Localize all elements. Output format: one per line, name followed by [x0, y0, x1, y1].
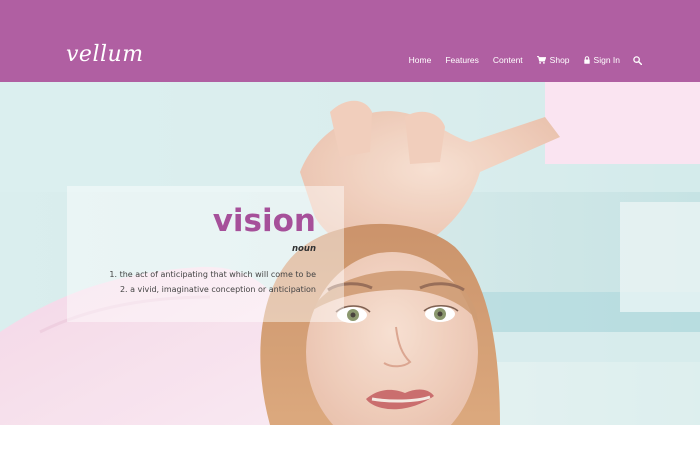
nav-item-sign-in[interactable]: Sign In [583, 55, 620, 65]
nav-item-home[interactable]: Home [409, 55, 432, 65]
part-of-speech: noun [292, 244, 316, 254]
nav-item-label: Features [445, 55, 479, 65]
cart-icon [536, 56, 546, 64]
nav-item-content[interactable]: Content [493, 55, 523, 65]
site-header: vellum Home Features Content Shop Sign I… [0, 0, 700, 82]
search-icon [633, 55, 642, 65]
main-nav: Home Features Content Shop Sign In [395, 55, 642, 65]
term-heading: vision [212, 203, 316, 239]
site-logo[interactable]: vellum [66, 44, 144, 66]
definition-card: vision noun 1. the act of anticipating t… [67, 186, 344, 322]
nav-item-shop[interactable]: Shop [536, 55, 570, 65]
nav-item-features[interactable]: Features [445, 55, 479, 65]
content-area [0, 425, 700, 450]
lock-icon [583, 56, 590, 64]
definition-item: 2. a vivid, imaginative conception or an… [119, 284, 316, 294]
definition-item: 1. the act of anticipating that which wi… [109, 270, 316, 279]
search-button[interactable] [633, 55, 642, 65]
definition-list: 1. the act of anticipating that which wi… [109, 268, 316, 297]
hero-section: vision noun 1. the act of anticipating t… [0, 82, 700, 425]
nav-item-label: Content [492, 55, 523, 65]
nav-item-label: Home [408, 55, 432, 65]
nav-item-label: Sign In [593, 55, 620, 65]
nav-item-label: Shop [549, 55, 570, 65]
